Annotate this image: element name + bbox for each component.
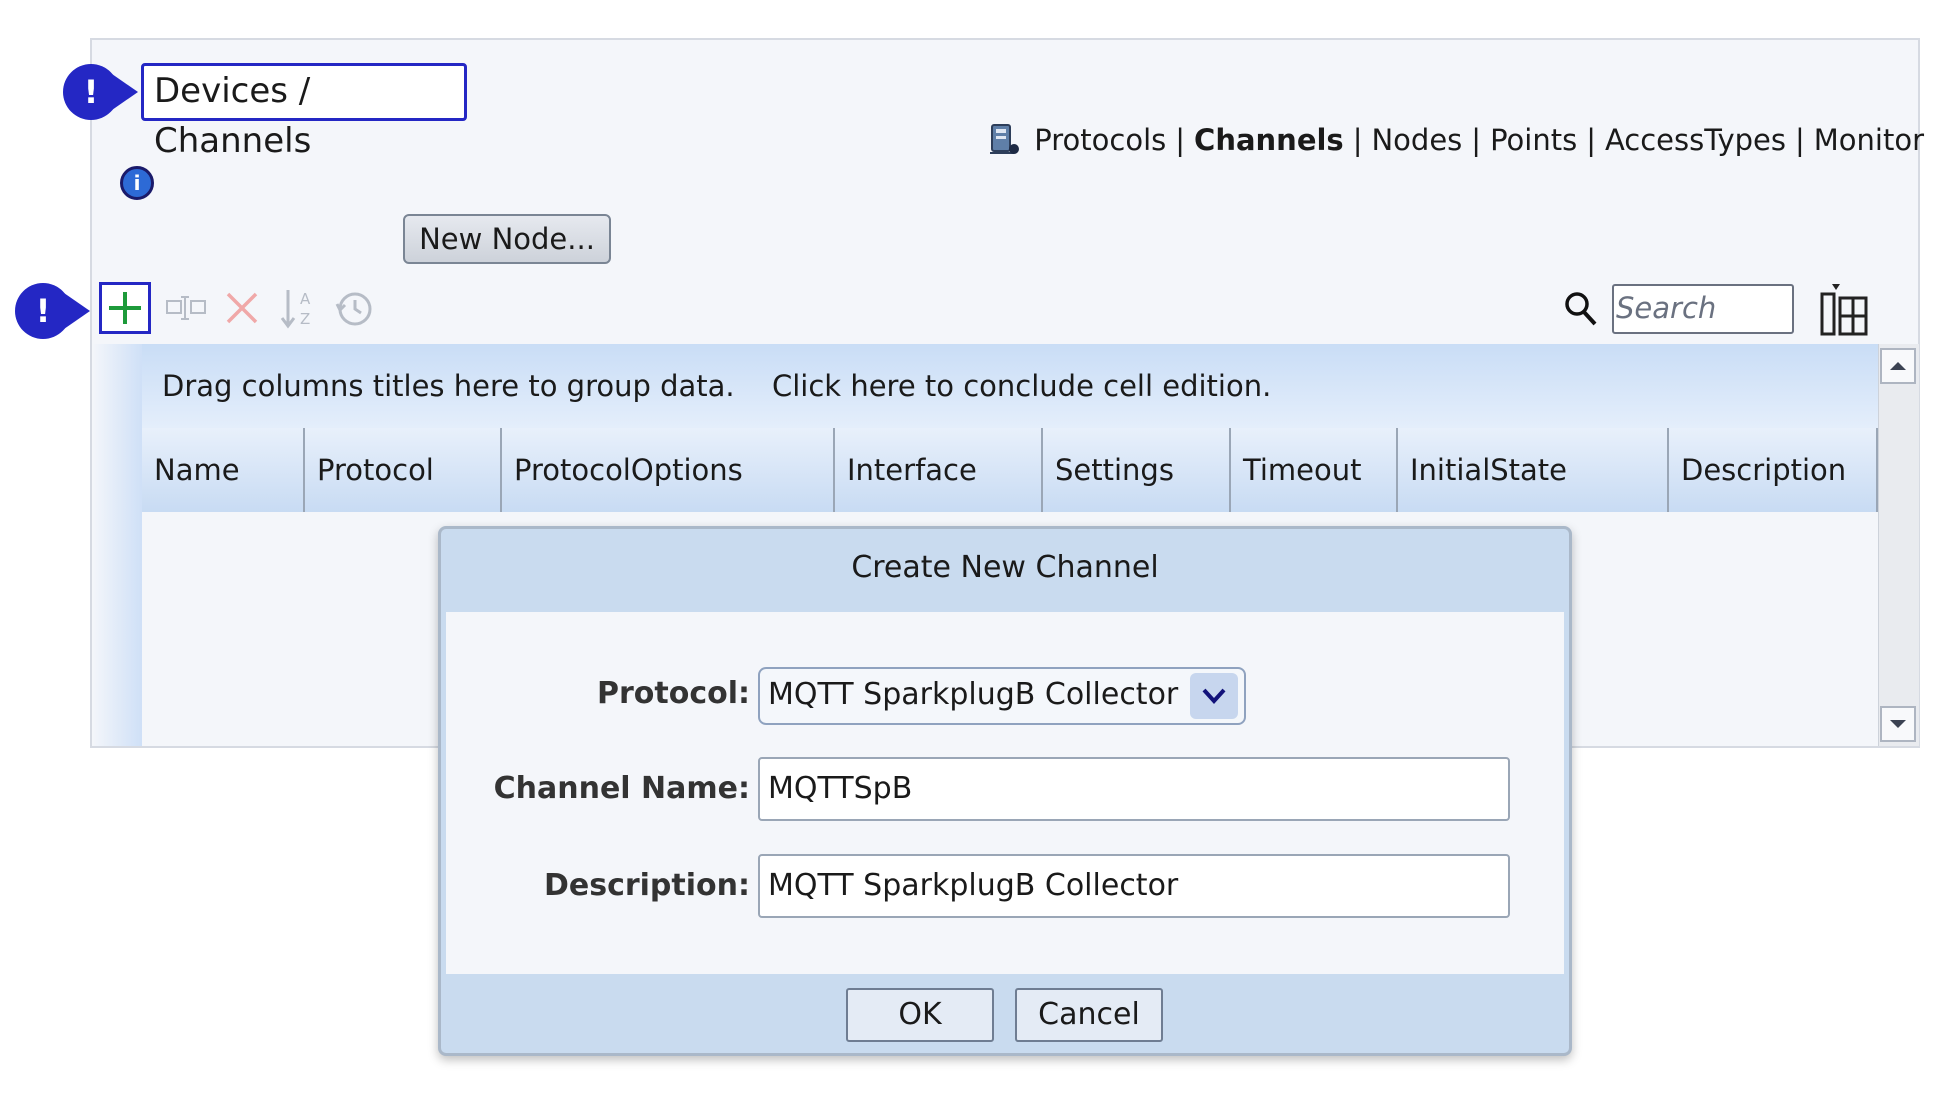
protocol-select[interactable]: MQTT SparkplugB Collector	[758, 667, 1246, 725]
sort-az-icon: A Z	[280, 290, 311, 329]
protocol-label: Protocol:	[596, 676, 750, 711]
column-chooser-icon[interactable]	[1818, 282, 1870, 338]
description-input[interactable]: MQTT SparkplugB Collector	[758, 854, 1510, 918]
column-header-interface[interactable]: Interface	[835, 428, 1043, 512]
column-header-name[interactable]: Name	[142, 428, 305, 512]
cancel-button[interactable]: Cancel	[1015, 988, 1163, 1042]
rename-button[interactable]	[160, 282, 212, 334]
callout-marker-toolbar: !	[15, 283, 71, 339]
history-button[interactable]	[328, 282, 380, 334]
nav-protocols[interactable]: Protocols	[1034, 120, 1166, 160]
search-input[interactable]: Search	[1612, 284, 1794, 334]
vertical-scrollbar[interactable]	[1878, 344, 1919, 746]
sort-button[interactable]: A Z	[272, 282, 324, 334]
column-header-settings[interactable]: Settings	[1043, 428, 1231, 512]
column-header-initialstate[interactable]: InitialState	[1398, 428, 1669, 512]
conclude-edition-link[interactable]: Click here to conclude cell edition.	[772, 344, 1271, 428]
callout-marker-tip	[112, 74, 138, 110]
arrow-up-icon	[1890, 362, 1906, 370]
new-node-button[interactable]: New Node...	[403, 214, 611, 264]
group-hint: Drag columns titles here to group data.	[162, 369, 735, 403]
description-label: Description:	[543, 868, 750, 903]
add-button[interactable]	[99, 282, 151, 334]
add-icon	[109, 292, 141, 324]
ok-button[interactable]: OK	[846, 988, 994, 1042]
dialog-title: Create New Channel	[851, 550, 1159, 585]
rename-icon	[166, 296, 206, 320]
protocol-selected-value: MQTT SparkplugB Collector	[768, 677, 1179, 712]
channel-name-input[interactable]: MQTTSpB	[758, 757, 1510, 821]
callout-marker-tip	[64, 293, 90, 329]
callout-marker-title: !	[63, 64, 119, 120]
svg-text:Z: Z	[300, 310, 310, 328]
nav-nodes[interactable]: Nodes	[1371, 120, 1462, 160]
page-title: Devices / Channels	[141, 63, 467, 161]
grid-header-row: Name Protocol ProtocolOptions Interface …	[142, 428, 1878, 512]
channel-name-label: Channel Name:	[493, 771, 750, 806]
scroll-up-button[interactable]	[1880, 348, 1916, 384]
nav-monitor[interactable]: Monitor	[1814, 120, 1924, 160]
group-by-bar[interactable]: Drag columns titles here to group data. …	[142, 344, 1878, 428]
scroll-down-button[interactable]	[1880, 706, 1916, 742]
module-nav: Protocols | Channels | Nodes | Points | …	[988, 120, 1924, 160]
chevron-down-icon	[1202, 688, 1226, 704]
nav-points[interactable]: Points	[1490, 120, 1577, 160]
arrow-down-icon	[1890, 720, 1906, 728]
column-header-description[interactable]: Description	[1669, 428, 1878, 512]
column-header-timeout[interactable]: Timeout	[1231, 428, 1398, 512]
delete-icon	[226, 292, 258, 324]
nav-channels[interactable]: Channels	[1194, 120, 1344, 160]
column-header-protocoloptions[interactable]: ProtocolOptions	[502, 428, 835, 512]
info-icon[interactable]: i	[120, 166, 154, 200]
svg-text:A: A	[300, 290, 311, 308]
delete-button[interactable]	[216, 282, 268, 334]
column-header-protocol[interactable]: Protocol	[305, 428, 502, 512]
search-icon[interactable]	[1563, 290, 1599, 328]
protocol-dropdown-button[interactable]	[1190, 673, 1238, 719]
protocols-module-icon	[988, 123, 1020, 157]
grid-row-indicator	[92, 344, 142, 746]
nav-accesstypes[interactable]: AccessTypes	[1605, 120, 1786, 160]
history-icon	[335, 292, 372, 326]
